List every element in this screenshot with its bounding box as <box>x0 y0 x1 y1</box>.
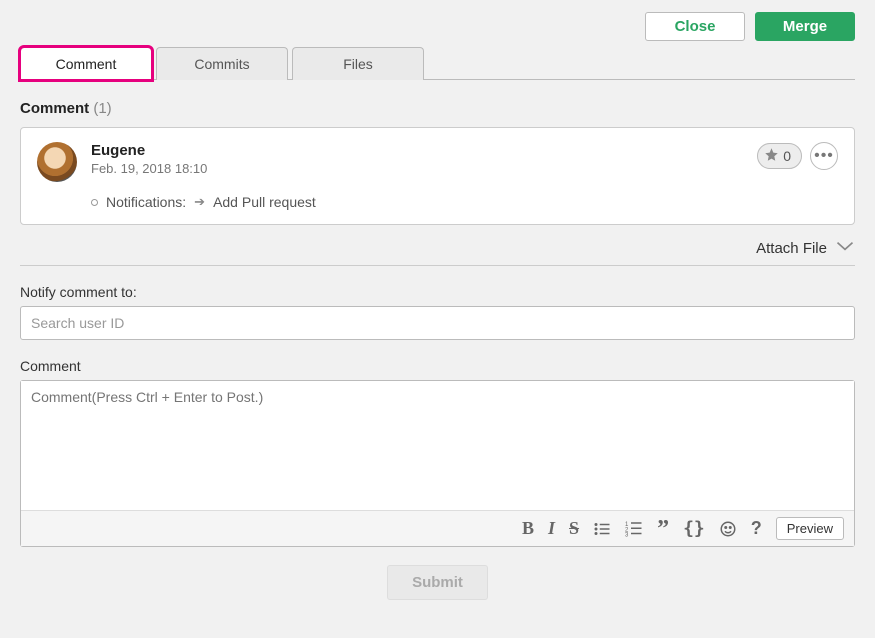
notification-action: Add Pull request <box>213 194 316 210</box>
comment-label: Comment <box>20 358 855 374</box>
preview-button[interactable]: Preview <box>776 517 844 540</box>
attach-file-label: Attach File <box>756 240 827 257</box>
section-title-text: Comment <box>20 100 89 117</box>
attach-file-button[interactable]: Attach File <box>20 239 855 266</box>
chevron-down-icon <box>835 239 855 257</box>
submit-button[interactable]: Submit <box>387 565 488 600</box>
quote-icon[interactable]: ” <box>657 522 669 536</box>
comment-timestamp: Feb. 19, 2018 18:10 <box>91 161 757 176</box>
comment-card: Eugene Feb. 19, 2018 18:10 0 ••• Notific… <box>20 127 855 225</box>
numbered-list-icon[interactable]: 123 <box>625 520 643 538</box>
strikethrough-icon[interactable]: S <box>569 518 579 539</box>
star-icon <box>764 147 779 165</box>
code-icon[interactable]: {} <box>683 518 705 539</box>
emoji-icon[interactable] <box>719 520 737 538</box>
more-button[interactable]: ••• <box>810 142 838 170</box>
section-count: (1) <box>93 100 111 117</box>
merge-button[interactable]: Merge <box>755 12 855 41</box>
tab-comment[interactable]: Comment <box>20 47 152 80</box>
comment-textarea[interactable] <box>21 381 854 505</box>
italic-icon[interactable]: I <box>548 518 555 539</box>
bullet-list-icon[interactable] <box>593 520 611 538</box>
more-icon: ••• <box>814 147 834 165</box>
notify-user-input[interactable] <box>20 306 855 340</box>
section-title: Comment (1) <box>20 100 855 117</box>
help-icon[interactable]: ? <box>751 518 762 539</box>
close-button[interactable]: Close <box>645 12 745 41</box>
status-dot-icon <box>91 199 98 206</box>
comment-editor: B I S 123 ” {} ? Preview <box>20 380 855 547</box>
notify-label: Notify comment to: <box>20 284 855 300</box>
svg-text:3: 3 <box>625 532 629 538</box>
star-button[interactable]: 0 <box>757 143 802 169</box>
notifications-label: Notifications: <box>106 194 186 210</box>
tab-files[interactable]: Files <box>292 47 424 80</box>
arrow-right-icon: ➔ <box>194 194 205 210</box>
star-count: 0 <box>783 148 791 164</box>
avatar <box>37 142 77 182</box>
tab-commits[interactable]: Commits <box>156 47 288 80</box>
comment-author: Eugene <box>91 142 757 159</box>
bold-icon[interactable]: B <box>522 518 534 539</box>
